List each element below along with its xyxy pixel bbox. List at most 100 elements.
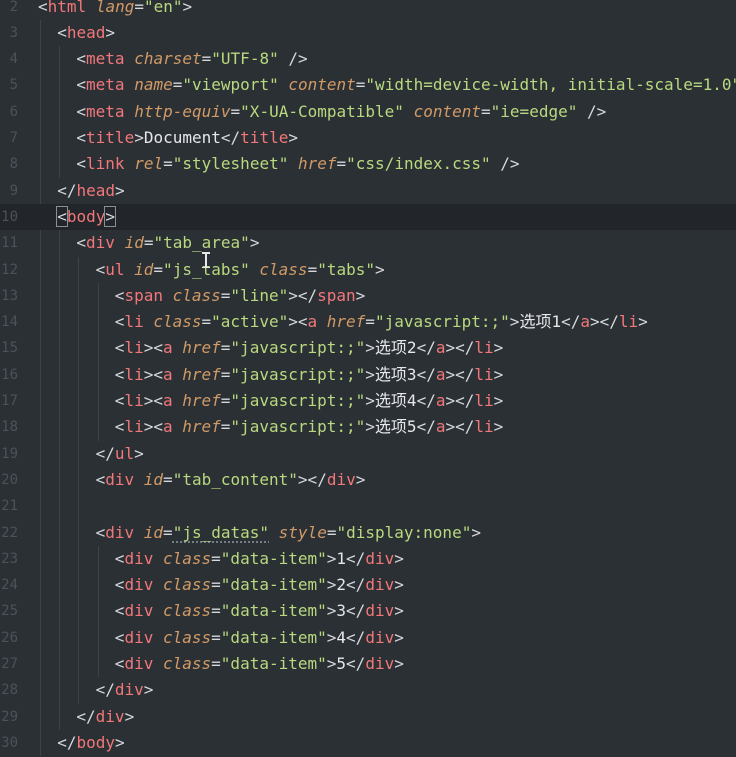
- token-pun: <: [76, 75, 87, 95]
- token-pun: >: [326, 654, 337, 673]
- code-editor[interactable]: 2 <html lang="en"> 3 <head> 4 <meta charset="…: [0, 0, 736, 757]
- token-curbrk: >: [104, 205, 116, 227]
- code-line[interactable]: 2 <html lang="en">: [0, 0, 736, 20]
- token-str: "data-item": [220, 627, 327, 647]
- line-number: 25: [1, 603, 18, 620]
- token-attr: class: [162, 601, 212, 621]
- token-pun: =: [153, 259, 164, 279]
- code-line[interactable]: 20 <div id="tab_content"></div>: [0, 467, 736, 493]
- token-str: "X-UA-Compatible": [240, 101, 404, 121]
- code-line[interactable]: 26 <div class="data-item">4</div>: [0, 625, 736, 651]
- token-pun: [134, 523, 144, 542]
- token-pun: >: [105, 22, 115, 42]
- token-tag: li: [474, 364, 494, 384]
- line-number: 15: [1, 340, 18, 357]
- token-str: "js_datas": [172, 522, 270, 542]
- token-pun: ></: [445, 364, 475, 384]
- token-str: "javascript:;": [230, 391, 366, 410]
- token-pun: </: [346, 601, 366, 621]
- token-pun: >: [134, 443, 144, 463]
- token-pun: <: [114, 285, 125, 305]
- token-pun: >: [638, 312, 648, 332]
- code-line[interactable]: 13 <span class="line"></span>: [0, 283, 736, 309]
- token-attr: href: [326, 312, 366, 332]
- token-tag: meta: [86, 75, 125, 95]
- code-line[interactable]: 17 <li><a href="javascript:;">选项4</a></li…: [0, 388, 736, 414]
- code-line[interactable]: 7 <title>Document</title>: [0, 125, 736, 151]
- code-line[interactable]: 15 <li><a href="javascript:;">选项2</a></li…: [0, 335, 736, 361]
- token-str: "css/index.css": [346, 154, 491, 174]
- token-pun: >: [114, 180, 125, 200]
- token-pun: [269, 523, 279, 542]
- token-pun: =: [134, 0, 144, 16]
- code-line[interactable]: 23 <div class="data-item">1</div>: [0, 546, 736, 572]
- token-str: "stylesheet": [172, 154, 289, 174]
- line-number: 27: [1, 656, 18, 672]
- code-text: </div>: [76, 704, 134, 730]
- code-line[interactable]: 19 </ul>: [0, 441, 736, 467]
- code-line[interactable]: 12 <ul id="js_tabs" class="tabs">: [0, 257, 736, 283]
- code-line[interactable]: 10 <body>: [0, 203, 736, 230]
- token-attr: lang: [95, 0, 135, 16]
- token-pun: >: [182, 0, 193, 16]
- token-pun: ></: [589, 312, 619, 332]
- code-text: <li><a href="javascript:;">选项5</a></li>: [115, 414, 503, 440]
- token-attr: class: [162, 548, 212, 568]
- token-txt: 选项5: [374, 417, 417, 437]
- token-pun: =: [220, 364, 231, 384]
- code-line[interactable]: 28 </div>: [0, 677, 736, 703]
- code-text: <div class="data-item">1</div>: [115, 546, 404, 572]
- code-line[interactable]: 29 </div>: [0, 704, 736, 730]
- code-text: <li><a href="javascript:;">选项2</a></li>: [115, 335, 503, 361]
- line-number: 18: [1, 419, 18, 436]
- token-attr: http-equiv: [134, 101, 231, 121]
- code-line[interactable]: 18 <li><a href="javascript:;">选项5</a></li…: [0, 414, 736, 440]
- token-pun: >: [124, 706, 135, 726]
- token-pun: =: [220, 391, 231, 410]
- token-pun: />: [577, 101, 607, 121]
- line-number: 17: [1, 393, 18, 409]
- token-pun: >: [143, 680, 154, 700]
- code-text: <li class="active"><a href="javascript:;…: [115, 309, 648, 335]
- token-attr: id: [143, 469, 164, 489]
- token-pun: =: [355, 75, 366, 95]
- code-line[interactable]: 16 <li><a href="javascript:;">选项3</a></li…: [0, 362, 736, 388]
- token-pun: </: [416, 364, 436, 384]
- code-line[interactable]: 25 <div class="data-item">3</div>: [0, 598, 736, 624]
- token-pun: >: [365, 338, 375, 358]
- code-line[interactable]: 11 <div id="tab_area">: [0, 230, 736, 256]
- line-number: 3: [9, 24, 18, 41]
- code-line[interactable]: 9 </head>: [0, 178, 736, 204]
- line-number: 22: [1, 524, 18, 541]
- code-line[interactable]: 4 <meta charset="UTF-8" />: [0, 46, 736, 72]
- code-text: <meta name="viewport" content="width=dev…: [76, 72, 736, 98]
- code-line[interactable]: 24 <div class="data-item">2</div>: [0, 572, 736, 598]
- code-line[interactable]: 8 <link rel="stylesheet" href="css/index.…: [0, 151, 736, 177]
- token-str: "display:none": [336, 522, 472, 542]
- code-line[interactable]: 5 <meta name="viewport" content="width=de…: [0, 72, 736, 98]
- token-pun: ><: [143, 364, 163, 384]
- code-line[interactable]: 30 </body>: [0, 730, 736, 756]
- code-line[interactable]: 22 <div id="js_datas" style="display:none…: [0, 520, 736, 546]
- code-line[interactable]: 27 <div class="data-item">5</div>: [0, 651, 736, 677]
- token-attr: href: [297, 154, 337, 174]
- code-text: </body>: [57, 730, 124, 756]
- token-pun: ><: [143, 417, 163, 437]
- token-tag: div: [124, 627, 154, 647]
- token-pun: [86, 0, 96, 16]
- code-line[interactable]: 21: [0, 493, 736, 519]
- token-tag: div: [326, 469, 356, 489]
- code-text: <li><a href="javascript:;">选项4</a></li>: [115, 388, 503, 414]
- line-number: 6: [9, 103, 18, 120]
- code-line[interactable]: 3 <head>: [0, 20, 736, 46]
- token-pun: >: [134, 128, 144, 147]
- code-line[interactable]: 14 <li class="active"><a href="javascript…: [0, 309, 736, 335]
- token-pun: </: [346, 627, 366, 647]
- token-pun: [153, 549, 163, 568]
- code-line[interactable]: 6 <meta http-equiv="X-UA-Compatible" cont…: [0, 99, 736, 125]
- token-pun: <: [114, 338, 125, 358]
- token-pun: [125, 49, 135, 68]
- token-pun: <: [114, 417, 125, 437]
- token-pun: =: [481, 101, 491, 121]
- token-tag: a: [162, 391, 173, 410]
